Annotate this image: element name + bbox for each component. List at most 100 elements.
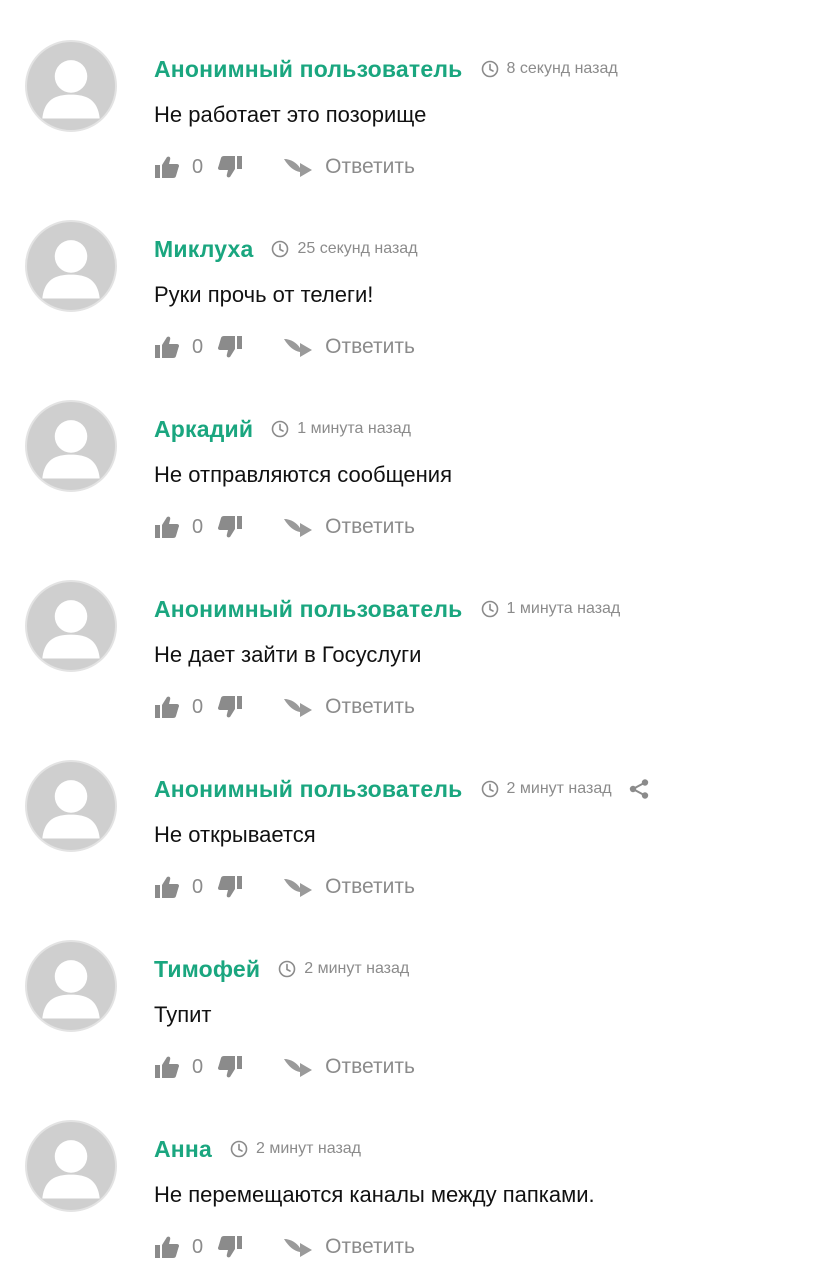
- thumbs-up-icon[interactable]: [154, 514, 180, 540]
- reply-arrow-icon: [283, 515, 313, 539]
- comment-item: Аркадий 1 минута назад Не отправляются с…: [0, 360, 825, 540]
- author-name[interactable]: Анонимный пользователь: [154, 56, 463, 83]
- clock-icon: [271, 420, 289, 438]
- avatar[interactable]: [25, 760, 117, 852]
- like-count: 0: [192, 1235, 204, 1258]
- author-name[interactable]: Анонимный пользователь: [154, 596, 463, 623]
- thumbs-down-icon[interactable]: [217, 694, 243, 720]
- comment-actions: 0 Ответить: [154, 512, 415, 542]
- reply-button[interactable]: Ответить: [283, 515, 415, 539]
- thumbs-up-icon[interactable]: [154, 1234, 180, 1260]
- comment-item: Анонимный пользователь 8 секунд назад Не…: [0, 0, 825, 180]
- thumbs-down-icon[interactable]: [217, 874, 243, 900]
- author-name[interactable]: Аркадий: [154, 416, 253, 443]
- comment-time: 1 минута назад: [297, 420, 411, 437]
- reply-button[interactable]: Ответить: [283, 875, 415, 899]
- comment-time: 1 минута назад: [506, 600, 621, 617]
- reply-button[interactable]: Ответить: [283, 695, 415, 719]
- comment-item: Тимофей 2 минут назад Тупит 0 Ответить: [0, 900, 825, 1080]
- author-name[interactable]: Анна: [154, 1136, 212, 1163]
- reply-button[interactable]: Ответить: [283, 1235, 415, 1259]
- comment-time: 8 секунд назад: [506, 60, 618, 77]
- reply-arrow-icon: [283, 155, 313, 179]
- comment-actions: 0 Ответить: [154, 692, 415, 722]
- user-silhouette-icon: [42, 960, 100, 1019]
- comment-text: Не дает зайти в Госуслуги: [154, 642, 422, 667]
- like-count: 0: [192, 875, 204, 898]
- comment-actions: 0 Ответить: [154, 152, 415, 182]
- comment-item: Анонимный пользователь 2 минут назад Не …: [0, 720, 825, 900]
- comment-text: Не работает это позорище: [154, 102, 427, 127]
- thumbs-down-icon[interactable]: [217, 154, 243, 180]
- avatar[interactable]: [25, 1120, 117, 1212]
- reply-arrow-icon: [283, 1055, 313, 1079]
- reply-label: Ответить: [325, 1055, 415, 1078]
- comment-actions: 0 Ответить: [154, 872, 415, 902]
- reply-label: Ответить: [325, 695, 415, 718]
- thumbs-down-icon[interactable]: [217, 1054, 243, 1080]
- reply-label: Ответить: [325, 335, 415, 358]
- clock-icon: [481, 600, 499, 618]
- avatar[interactable]: [25, 400, 117, 492]
- comment-time: 25 секунд назад: [297, 240, 418, 257]
- comment-item: Анонимный пользователь 1 минута назад Не…: [0, 540, 825, 720]
- thumbs-down-icon[interactable]: [217, 514, 243, 540]
- like-count: 0: [192, 695, 204, 718]
- comment-header: Анонимный пользователь 2 минут назад: [154, 772, 650, 806]
- thumbs-up-icon[interactable]: [154, 694, 180, 720]
- comment-text: Не открывается: [154, 822, 316, 847]
- comment-header: Анонимный пользователь 8 секунд назад: [154, 52, 618, 86]
- thumbs-up-icon[interactable]: [154, 334, 180, 360]
- thumbs-up-icon[interactable]: [154, 874, 180, 900]
- thumbs-down-icon[interactable]: [217, 1234, 243, 1260]
- user-silhouette-icon: [42, 600, 100, 659]
- comment-time: 2 минут назад: [256, 1140, 362, 1157]
- reply-arrow-icon: [283, 695, 313, 719]
- comment-item: Анна 2 минут назад Не перемещаются канал…: [0, 1080, 825, 1260]
- comment-time: 2 минут назад: [506, 780, 612, 797]
- reply-arrow-icon: [283, 875, 313, 899]
- comment-header: Аркадий 1 минута назад: [154, 412, 411, 446]
- reply-label: Ответить: [325, 875, 415, 898]
- share-icon[interactable]: [628, 778, 650, 800]
- like-count: 0: [192, 335, 204, 358]
- comment-header: Миклуха 25 секунд назад: [154, 232, 418, 266]
- thumbs-up-icon[interactable]: [154, 154, 180, 180]
- comment-time: 2 минут назад: [304, 960, 410, 977]
- comments-list: Анонимный пользователь 8 секунд назад Не…: [0, 0, 825, 1280]
- comment-item: Миклуха 25 секунд назад Руки прочь от те…: [0, 180, 825, 360]
- avatar[interactable]: [25, 40, 117, 132]
- comment-header: Анна 2 минут назад: [154, 1132, 361, 1166]
- clock-icon: [271, 240, 289, 258]
- author-name[interactable]: Анонимный пользователь: [154, 776, 463, 803]
- reply-button[interactable]: Ответить: [283, 155, 415, 179]
- comment-header: Анонимный пользователь 1 минута назад: [154, 592, 620, 626]
- clock-icon: [230, 1140, 248, 1158]
- comment-header: Тимофей 2 минут назад: [154, 952, 409, 986]
- reply-button[interactable]: Ответить: [283, 335, 415, 359]
- comment-text: Не отправляются сообщения: [154, 462, 453, 487]
- comment-actions: 0 Ответить: [154, 1052, 415, 1082]
- user-silhouette-icon: [42, 240, 100, 299]
- reply-button[interactable]: Ответить: [283, 1055, 415, 1079]
- user-silhouette-icon: [42, 1140, 100, 1199]
- user-silhouette-icon: [42, 60, 100, 119]
- clock-icon: [278, 960, 296, 978]
- avatar[interactable]: [25, 220, 117, 312]
- comment-actions: 0 Ответить: [154, 332, 415, 362]
- thumbs-down-icon[interactable]: [217, 334, 243, 360]
- comment-text: Тупит: [154, 1002, 212, 1027]
- author-name[interactable]: Тимофей: [154, 956, 260, 983]
- like-count: 0: [192, 1055, 204, 1078]
- avatar[interactable]: [25, 940, 117, 1032]
- thumbs-up-icon[interactable]: [154, 1054, 180, 1080]
- reply-label: Ответить: [325, 515, 415, 538]
- author-name[interactable]: Миклуха: [154, 236, 253, 263]
- reply-label: Ответить: [325, 155, 415, 178]
- comment-text: Руки прочь от телеги!: [154, 282, 374, 307]
- avatar[interactable]: [25, 580, 117, 672]
- like-count: 0: [192, 515, 204, 538]
- comment-actions: 0 Ответить: [154, 1232, 415, 1262]
- reply-arrow-icon: [283, 335, 313, 359]
- comment-text: Не перемещаются каналы между папками.: [154, 1182, 595, 1207]
